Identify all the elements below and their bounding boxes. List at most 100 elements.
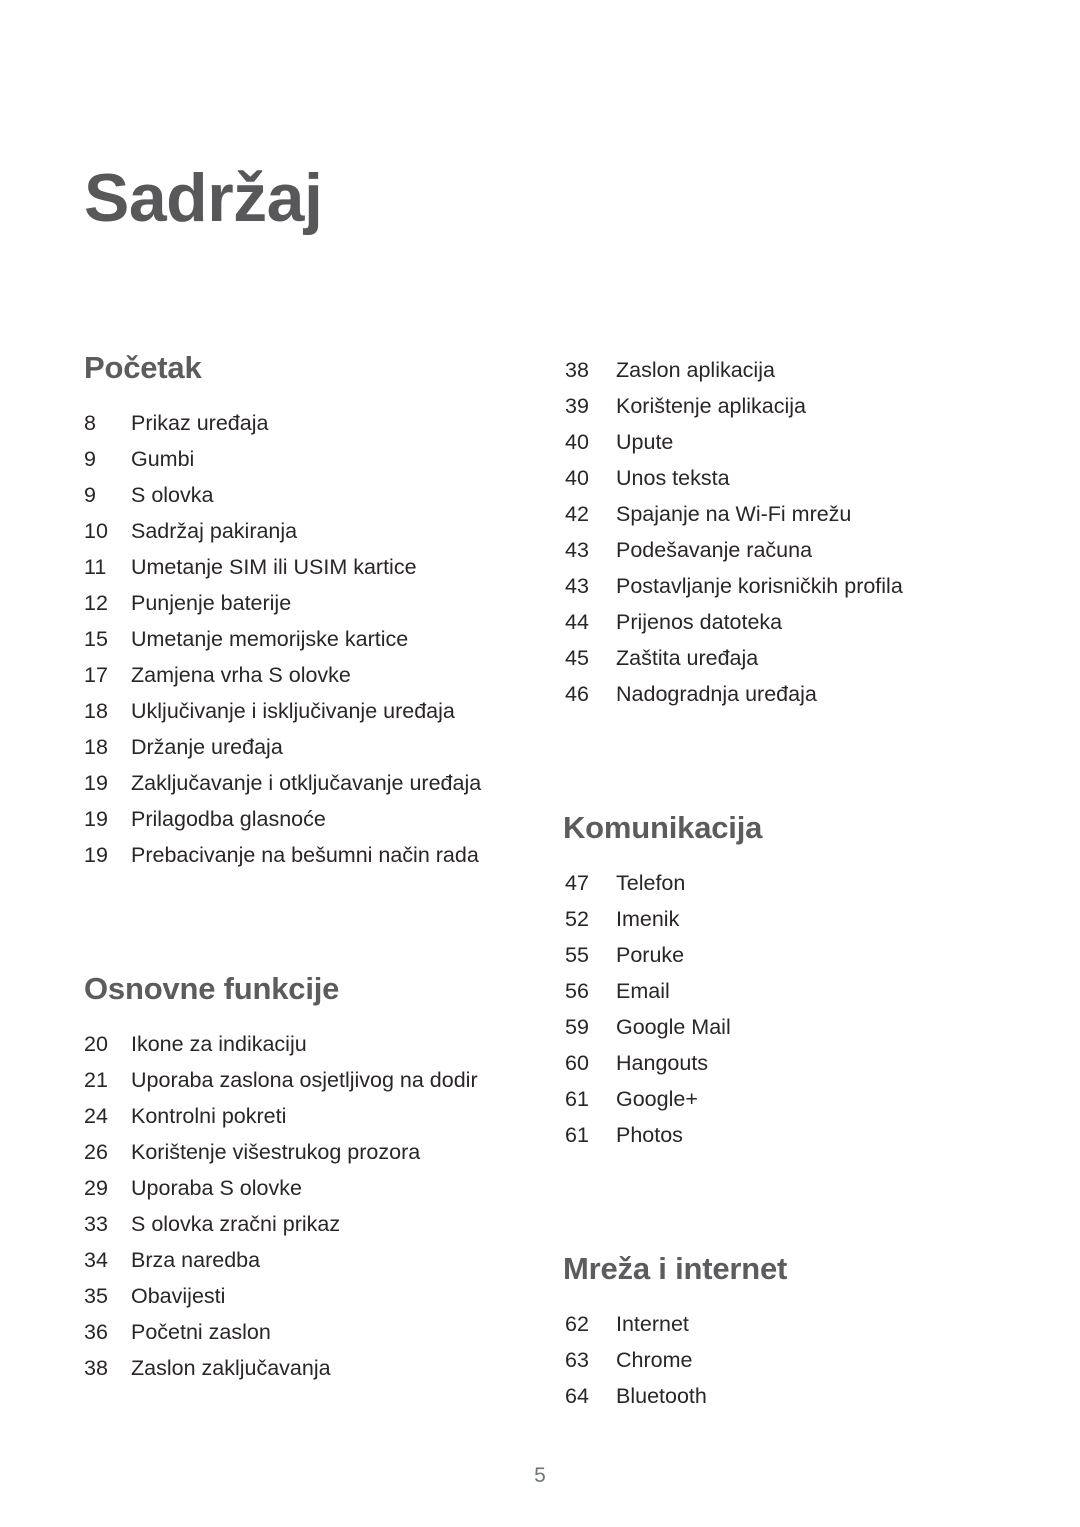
toc-entry-page-number: 10 — [84, 519, 108, 543]
toc-entry[interactable]: 47 Telefon — [565, 865, 985, 901]
toc-list: 47 Telefon 52 Imenik 55 Poruke 56 Email 59 Google… — [565, 865, 985, 1153]
toc-entry-page-number: 56 — [565, 979, 589, 1003]
toc-entry[interactable]: 17 Zamjena vrha S olovke — [84, 657, 514, 693]
toc-entry[interactable]: 61 Google+ — [565, 1081, 985, 1117]
toc-entry[interactable]: 45 Zaštita uređaja — [565, 640, 985, 676]
toc-entry[interactable]: 8 Prikaz uređaja — [84, 405, 514, 441]
toc-entry[interactable]: 26 Korištenje višestrukog prozora — [84, 1134, 514, 1170]
toc-entry[interactable]: 21 Uporaba zaslona osjetljivog na dodir — [84, 1062, 514, 1098]
toc-entry[interactable]: 19 Prilagodba glasnoće — [84, 801, 514, 837]
toc-entry-page-number: 46 — [565, 682, 589, 706]
toc-list: 8 Prikaz uređaja 9 Gumbi 9 S olovka 10 Sadržaj … — [84, 405, 514, 873]
toc-entry-label: Uporaba S olovke — [131, 1176, 302, 1200]
toc-entry-page-number: 19 — [84, 807, 108, 831]
toc-entry[interactable]: 34 Brza naredba — [84, 1242, 514, 1278]
toc-entry[interactable]: 38 Zaslon aplikacija — [565, 352, 985, 388]
toc-entry-page-number: 55 — [565, 943, 589, 967]
toc-entry[interactable]: 40 Upute — [565, 424, 985, 460]
toc-entry[interactable]: 64 Bluetooth — [565, 1378, 985, 1414]
toc-entry[interactable]: 15 Umetanje memorijske kartice — [84, 621, 514, 657]
toc-entry-page-number: 44 — [565, 610, 589, 634]
toc-entry[interactable]: 11 Umetanje SIM ili USIM kartice — [84, 549, 514, 585]
toc-entry-page-number: 19 — [84, 771, 108, 795]
toc-entry[interactable]: 55 Poruke — [565, 937, 985, 973]
page-title: Sadržaj — [84, 159, 323, 236]
toc-entry[interactable]: 60 Hangouts — [565, 1045, 985, 1081]
toc-entry[interactable]: 10 Sadržaj pakiranja — [84, 513, 514, 549]
toc-entry[interactable]: 56 Email — [565, 973, 985, 1009]
toc-entry-page-number: 42 — [565, 502, 589, 526]
toc-entry[interactable]: 29 Uporaba S olovke — [84, 1170, 514, 1206]
toc-entry[interactable]: 43 Podešavanje računa — [565, 532, 985, 568]
toc-entry-label: Podešavanje računa — [616, 538, 813, 562]
toc-entry-page-number: 38 — [84, 1356, 108, 1380]
toc-entry-label: Telefon — [616, 871, 686, 895]
toc-entry[interactable]: 9 S olovka — [84, 477, 514, 513]
toc-entry-label: S olovka — [131, 483, 214, 507]
toc-entry-page-number: 60 — [565, 1051, 589, 1075]
toc-entry-label: Umetanje memorijske kartice — [131, 627, 409, 651]
toc-entry[interactable]: 33 S olovka zračni prikaz — [84, 1206, 514, 1242]
toc-entry-page-number: 61 — [565, 1087, 589, 1111]
toc-entry[interactable]: 35 Obavijesti — [84, 1278, 514, 1314]
toc-entry-page-number: 33 — [84, 1212, 108, 1236]
toc-entry[interactable]: 42 Spajanje na Wi-Fi mrežu — [565, 496, 985, 532]
toc-entry-label: Brza naredba — [131, 1248, 261, 1272]
toc-list: 38 Zaslon aplikacija 39 Korištenje aplikaci… — [565, 352, 985, 712]
toc-entry-page-number: 29 — [84, 1176, 108, 1200]
toc-entry-label: Prebacivanje na bešumni način rada — [131, 843, 479, 867]
toc-entry-label: Prilagodba glasnoće — [131, 807, 326, 831]
toc-entry-page-number: 21 — [84, 1068, 108, 1092]
toc-column-left: Početak 8 Prikaz uređaja 9 Gumbi 9 S olovka 10 S… — [84, 352, 514, 1386]
toc-section: Mreža i internet 62 Internet 63 Chrome 64 Blue… — [563, 1253, 985, 1414]
toc-list: 20 Ikone za indikaciju 21 Uporaba zaslona o… — [84, 1026, 514, 1386]
toc-entry[interactable]: 18 Uključivanje i isključivanje uređaja — [84, 693, 514, 729]
toc-entry-page-number: 19 — [84, 843, 108, 867]
toc-entry-page-number: 61 — [565, 1123, 589, 1147]
toc-entry-label: Prijenos datoteka — [616, 610, 783, 634]
toc-entry[interactable]: 63 Chrome — [565, 1342, 985, 1378]
toc-section: Osnovne funkcije 20 Ikone za indikaciju 21 U… — [84, 973, 514, 1386]
toc-entry-page-number: 18 — [84, 699, 108, 723]
toc-entry[interactable]: 19 Zaključavanje i otključavanje uređaja — [84, 765, 514, 801]
toc-entry[interactable]: 46 Nadogradnja uređaja — [565, 676, 985, 712]
toc-entry-label: Zaključavanje i otključavanje uređaja — [131, 771, 482, 795]
toc-entry[interactable]: 62 Internet — [565, 1306, 985, 1342]
toc-entry[interactable]: 61 Photos — [565, 1117, 985, 1153]
toc-entry-page-number: 45 — [565, 646, 589, 670]
toc-section-heading: Osnovne funkcije — [84, 971, 340, 1006]
toc-entry[interactable]: 59 Google Mail — [565, 1009, 985, 1045]
toc-entry[interactable]: 36 Početni zaslon — [84, 1314, 514, 1350]
toc-entry[interactable]: 20 Ikone za indikaciju — [84, 1026, 514, 1062]
toc-entry[interactable]: 40 Unos teksta — [565, 460, 985, 496]
toc-entry[interactable]: 18 Držanje uređaja — [84, 729, 514, 765]
toc-entry-label: Punjenje baterije — [131, 591, 292, 615]
toc-entry-label: Unos teksta — [616, 466, 730, 490]
toc-entry-label: Postavljanje korisničkih profila — [616, 574, 903, 598]
toc-section: Komunikacija 47 Telefon 52 Imenik 55 Poruke 56 E… — [563, 810, 985, 1153]
toc-entry[interactable]: 12 Punjenje baterije — [84, 585, 514, 621]
toc-section: Početak 8 Prikaz uređaja 9 Gumbi 9 S olovka 10 S… — [84, 352, 514, 873]
toc-entry-page-number: 40 — [565, 466, 589, 490]
toc-entry[interactable]: 38 Zaslon zaključavanja — [84, 1350, 514, 1386]
toc-entry-page-number: 34 — [84, 1248, 108, 1272]
toc-entry-page-number: 8 — [84, 411, 96, 435]
toc-entry-label: Google Mail — [616, 1015, 731, 1039]
toc-entry-page-number: 63 — [565, 1348, 589, 1372]
toc-section-heading: Komunikacija — [563, 810, 763, 845]
toc-entry-label: Nadogradnja uređaja — [616, 682, 817, 706]
toc-entry[interactable]: 44 Prijenos datoteka — [565, 604, 985, 640]
toc-entry-page-number: 35 — [84, 1284, 108, 1308]
toc-entry-label: Prikaz uređaja — [131, 411, 269, 435]
toc-entry-page-number: 24 — [84, 1104, 108, 1128]
toc-entry-label: Gumbi — [131, 447, 195, 471]
toc-entry[interactable]: 9 Gumbi — [84, 441, 514, 477]
toc-list: 62 Internet 63 Chrome 64 Bluetooth — [565, 1306, 985, 1414]
toc-entry[interactable]: 43 Postavljanje korisničkih profila — [565, 568, 985, 604]
toc-entry-label: Email — [616, 979, 670, 1003]
toc-entry[interactable]: 52 Imenik — [565, 901, 985, 937]
toc-entry-page-number: 17 — [84, 663, 108, 687]
toc-entry[interactable]: 19 Prebacivanje na bešumni način rada — [84, 837, 514, 873]
toc-entry[interactable]: 24 Kontrolni pokreti — [84, 1098, 514, 1134]
toc-entry[interactable]: 39 Korištenje aplikacija — [565, 388, 985, 424]
